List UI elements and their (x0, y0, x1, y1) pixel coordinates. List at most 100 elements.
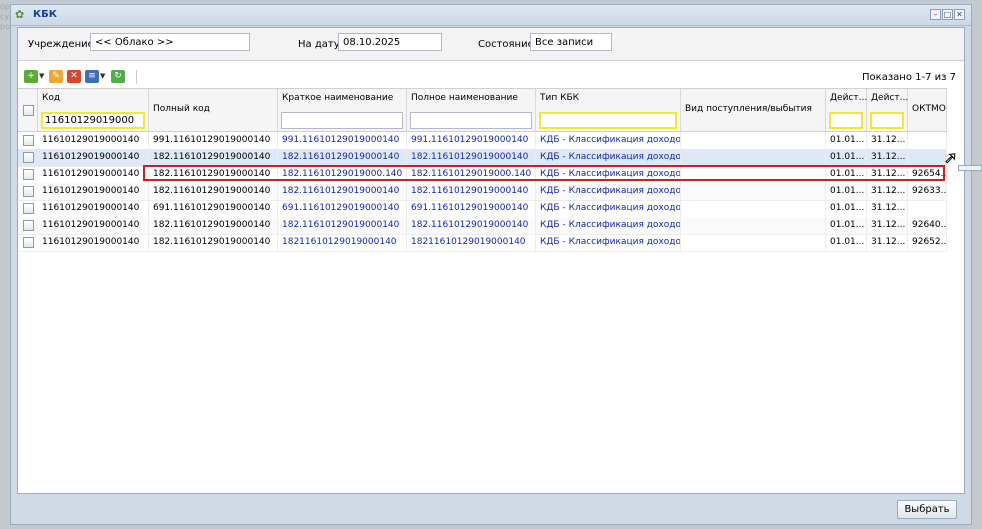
table-row[interactable]: 11610129019000140 991.11610129019000140 99… (18, 132, 947, 150)
column-full-code[interactable]: Полный код (149, 89, 278, 131)
table-cell: 182.11610129019000140 (149, 183, 278, 200)
column-kbk-type[interactable]: Тип КБК (536, 89, 681, 131)
column-short-name-label: Краткое наименование (282, 93, 394, 103)
table-cell: КДБ - Классификация доходов (536, 149, 681, 166)
table-cell: 182.11610129019000.140 (407, 166, 536, 183)
column-kbk-type-label: Тип КБК (540, 93, 580, 103)
row-checkbox[interactable] (23, 186, 34, 197)
code-filter-input[interactable]: 11610129019000 (41, 112, 145, 129)
table-cell: 92640... (908, 217, 947, 234)
row-checkbox[interactable] (23, 220, 34, 231)
grid-toolbar: + ▼ ✎ ✕ ≡ ▼ ↻ Показано 1-7 из 7 (18, 66, 964, 88)
column-oktmo-label: ОКТМО (912, 104, 946, 114)
column-receipt-type[interactable]: Вид поступления/выбытия (681, 89, 826, 131)
table-cell: 691.11610129019000140 (278, 200, 407, 217)
table-cell: 182.11610129019000140 (149, 234, 278, 251)
table-cell: 31.12... (867, 183, 908, 200)
table-row[interactable]: 11610129019000140 691.11610129019000140 69… (18, 200, 947, 218)
table-cell (681, 217, 826, 234)
valid-to-filter-input[interactable] (870, 112, 904, 129)
table-row[interactable]: 11610129019000140 182.11610129019000140 18… (18, 183, 947, 201)
table-cell: 182.11610129019000.140 (278, 166, 407, 183)
table-cell: 92652... (908, 234, 947, 251)
institution-label: Учреждение: (28, 39, 98, 50)
table-cell: 01.01... (826, 183, 867, 200)
delete-icon[interactable]: ✕ (67, 70, 81, 83)
short-name-filter-input[interactable] (281, 112, 403, 129)
table-cell: 18211610129019000140 (407, 234, 536, 251)
row-checkbox[interactable] (23, 152, 34, 163)
maximize-icon[interactable]: □ (942, 9, 953, 20)
row-checkbox[interactable] (23, 135, 34, 146)
column-valid-from-label: Дейст... (830, 93, 868, 103)
title-bar[interactable]: ✿ КБК – □ ✕ (11, 5, 971, 26)
table-row[interactable]: 11610129019000140 182.11610129019000140 18… (18, 149, 947, 167)
column-full-name[interactable]: Полное наименование (407, 89, 536, 131)
column-valid-to[interactable]: Дейст... (867, 89, 908, 131)
column-full-code-label: Полный код (153, 104, 210, 114)
table-cell: 11610129019000140 (38, 217, 149, 234)
table-cell: 11610129019000140 (38, 183, 149, 200)
row-checkbox[interactable] (23, 169, 34, 180)
valid-from-filter-input[interactable] (829, 112, 863, 129)
date-field[interactable]: 08.10.2025 (338, 33, 442, 51)
table-cell: 182.11610129019000140 (278, 217, 407, 234)
table-cell (908, 149, 947, 166)
table-cell: 01.01... (826, 200, 867, 217)
kbk-type-filter-input[interactable] (539, 112, 677, 129)
list-icon[interactable]: ≡ (85, 70, 99, 83)
add-icon[interactable]: + (24, 70, 38, 83)
row-checkbox[interactable] (23, 237, 34, 248)
kbk-dialog: ✿ КБК – □ ✕ Учреждение: << Облако >> На … (10, 4, 972, 525)
state-field[interactable]: Все записи (530, 33, 612, 51)
dialog-footer: Выбрать (11, 494, 971, 524)
toolbar-separator (136, 70, 137, 84)
edit-icon[interactable]: ✎ (49, 70, 63, 83)
table-cell: КДБ - Классификация доходов (536, 166, 681, 183)
table-cell (681, 132, 826, 149)
column-code[interactable]: Код 11610129019000 (38, 89, 149, 131)
table-cell: 11610129019000140 (38, 132, 149, 149)
select-all-checkbox[interactable] (23, 105, 34, 116)
column-valid-from[interactable]: Дейст... (826, 89, 867, 131)
table-cell: 92633... (908, 183, 947, 200)
table-cell: 991.11610129019000140 (407, 132, 536, 149)
table-cell: 182.11610129019000140 (149, 217, 278, 234)
dialog-body: Учреждение: << Облако >> На дату: 08.10.… (17, 27, 965, 494)
table-row[interactable]: 11610129019000140 182.11610129019000140 18… (18, 166, 947, 184)
table-row[interactable]: 11610129019000140 182.11610129019000140 18… (18, 234, 947, 252)
table-cell: 11610129019000140 (38, 200, 149, 217)
column-full-name-label: Полное наименование (411, 93, 518, 103)
table-cell: КДБ - Классификация доходов (536, 183, 681, 200)
table-cell: 31.12... (867, 217, 908, 234)
resize-handle[interactable] (958, 165, 982, 171)
table-cell (908, 200, 947, 217)
refresh-icon[interactable]: ↻ (111, 70, 125, 83)
minimize-icon[interactable]: – (930, 9, 941, 20)
mouse-cursor-icon: ➚ (943, 148, 958, 167)
table-cell: 01.01... (826, 234, 867, 251)
list-dropdown-icon[interactable]: ▼ (100, 70, 105, 83)
full-name-filter-input[interactable] (410, 112, 532, 129)
table-cell (908, 132, 947, 149)
column-short-name[interactable]: Краткое наименование (278, 89, 407, 131)
table-cell (681, 149, 826, 166)
table-cell: КДБ - Классификация доходов (536, 200, 681, 217)
table-cell: 991.11610129019000140 (149, 132, 278, 149)
table-cell: 31.12... (867, 132, 908, 149)
dialog-title: КБК (33, 9, 57, 20)
row-checkbox[interactable] (23, 203, 34, 214)
table-cell: 691.11610129019000140 (149, 200, 278, 217)
state-label: Состояние: (478, 39, 538, 50)
table-row[interactable]: 11610129019000140 182.11610129019000140 18… (18, 217, 947, 235)
column-oktmo[interactable]: ОКТМО (908, 89, 947, 131)
add-dropdown-icon[interactable]: ▼ (39, 70, 44, 83)
table-cell: 01.01... (826, 132, 867, 149)
institution-field[interactable]: << Облако >> (90, 33, 250, 51)
table-cell (681, 200, 826, 217)
select-button[interactable]: Выбрать (897, 500, 957, 519)
leaf-icon: ✿ (15, 8, 25, 21)
table-cell: 11610129019000140 (38, 149, 149, 166)
close-icon[interactable]: ✕ (954, 9, 965, 20)
table-cell: 01.01... (826, 166, 867, 183)
